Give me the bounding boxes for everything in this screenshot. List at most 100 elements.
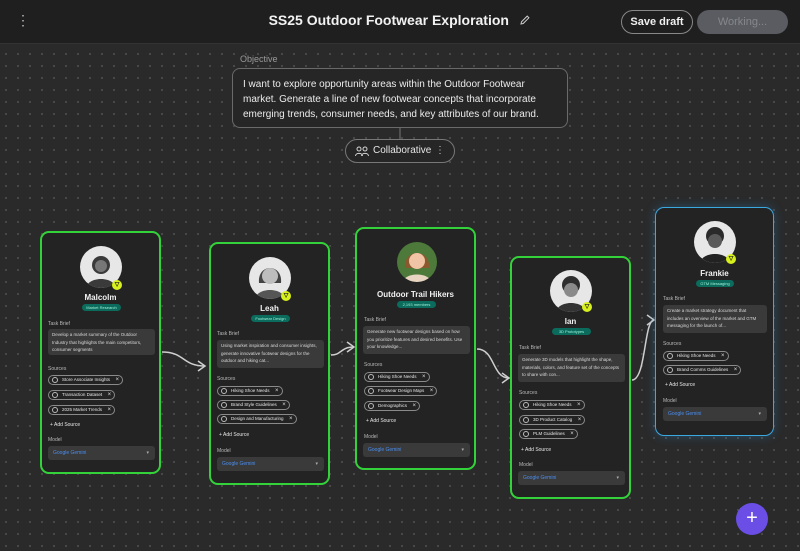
task-brief-text[interactable]: Using market inspiration and consumer in… xyxy=(217,340,324,368)
source-label: Store Associate Insights xyxy=(62,377,111,382)
close-icon[interactable]: × xyxy=(282,401,286,409)
agent-badge-icon: ▽ xyxy=(281,291,291,301)
source-chip[interactable]: PLM Guidelines × xyxy=(519,429,578,439)
people-group-icon xyxy=(355,146,369,157)
source-chip[interactable]: Design and Manufacturing × xyxy=(217,414,297,424)
close-icon[interactable]: × xyxy=(289,415,293,423)
model-value: Google Gemini xyxy=(222,461,256,467)
close-icon[interactable]: × xyxy=(108,406,112,414)
model-select[interactable]: Google Gemini ▾ xyxy=(217,457,324,471)
source-chip[interactable]: Hiking Shoe Needs × xyxy=(519,400,585,410)
model-value: Google Gemini xyxy=(523,475,557,481)
task-brief-text[interactable]: Create a market strategy document that i… xyxy=(663,305,767,333)
page-title: SS25 Outdoor Footwear Exploration xyxy=(268,12,509,28)
source-label: Footwear Design Maps xyxy=(378,388,425,393)
source-label: Design and Manufacturing xyxy=(231,416,284,421)
close-icon[interactable]: × xyxy=(578,416,582,424)
agent-role-badge: Footwear Design xyxy=(251,315,290,322)
model-label: Model xyxy=(48,437,62,443)
objective-text[interactable]: I want to explore opportunity areas with… xyxy=(232,68,568,128)
agent-card-malcolm[interactable]: ▽ Malcolm Market Research Task Brief Dev… xyxy=(40,231,161,474)
close-icon[interactable]: × xyxy=(422,373,426,381)
close-icon[interactable]: × xyxy=(413,402,417,410)
source-icon xyxy=(221,416,227,422)
task-brief-text[interactable]: Generate new footwear designs based on h… xyxy=(363,326,470,354)
source-label: Hiking Shoe Needs xyxy=(677,353,716,358)
agent-badge-icon: ▽ xyxy=(582,302,592,312)
task-brief-label: Task Brief xyxy=(663,296,685,302)
source-chip[interactable]: Footwear Design Maps × xyxy=(364,386,438,396)
source-label: Brand Style Guidelines xyxy=(231,402,277,407)
source-icon xyxy=(667,367,673,373)
sources-label: Sources xyxy=(217,376,236,382)
add-source-button[interactable]: + Add Source xyxy=(219,432,249,438)
save-draft-button[interactable]: Save draft xyxy=(621,10,693,34)
model-select[interactable]: Google Gemini ▾ xyxy=(663,407,767,421)
source-icon xyxy=(221,388,227,394)
source-chip[interactable]: Demographics × xyxy=(364,401,421,411)
source-icon xyxy=(523,431,529,437)
source-chip[interactable]: Brand Comms Guidelines × xyxy=(663,365,742,375)
agent-role-badge: Market Research xyxy=(82,304,121,311)
source-icon xyxy=(368,388,374,394)
agent-name: Frankie xyxy=(700,269,729,278)
source-chip[interactable]: 3D Product Catalog × xyxy=(519,415,586,425)
close-icon[interactable]: × xyxy=(570,430,574,438)
source-chip[interactable]: Store Associate Insights × xyxy=(48,375,124,385)
source-chip[interactable]: Hiking Shoe Needs × xyxy=(217,386,283,396)
source-label: Demographics xyxy=(378,403,408,408)
source-label: Brand Comms Guidelines xyxy=(677,367,729,372)
pencil-icon[interactable] xyxy=(519,14,531,26)
source-label: Transaction Dataset xyxy=(62,392,103,397)
agent-card-outdoor-trail-hikers[interactable]: Outdoor Trail Hikers 2,193 members Task … xyxy=(355,227,476,470)
task-brief-text[interactable]: Generate 3D models that highlight the sh… xyxy=(518,354,625,382)
add-source-button[interactable]: + Add Source xyxy=(50,422,80,428)
more-vertical-icon[interactable]: ⋮ xyxy=(435,140,445,162)
source-label: Hiking Shoe Needs xyxy=(378,374,417,379)
source-label: 2025 Market Trends xyxy=(62,407,103,412)
task-brief-label: Task Brief xyxy=(217,331,239,337)
top-bar: ⋮ SS25 Outdoor Footwear Exploration Save… xyxy=(0,0,800,44)
model-select[interactable]: Google Gemini ▾ xyxy=(518,471,625,485)
sources-label: Sources xyxy=(48,366,67,372)
chevron-down-icon: ▾ xyxy=(315,461,318,467)
model-label: Model xyxy=(519,462,533,468)
model-label: Model xyxy=(663,398,677,404)
source-label: PLM Guidelines xyxy=(533,431,565,436)
agent-role-badge: 2,193 members xyxy=(397,301,436,308)
add-source-button[interactable]: + Add Source xyxy=(521,447,551,453)
task-brief-text[interactable]: Develop a market summary of the Outdoor … xyxy=(48,329,155,355)
source-icon xyxy=(523,402,529,408)
agent-card-leah[interactable]: ▽ Leah Footwear Design Task Brief Using … xyxy=(209,242,330,485)
add-agent-button[interactable]: + xyxy=(736,503,768,535)
model-label: Model xyxy=(364,434,378,440)
source-chip[interactable]: 2025 Market Trends × xyxy=(48,405,116,415)
close-icon[interactable]: × xyxy=(116,376,120,384)
close-icon[interactable]: × xyxy=(275,387,279,395)
source-chip[interactable]: Transaction Dataset × xyxy=(48,390,116,400)
add-source-button[interactable]: + Add Source xyxy=(366,418,396,424)
agent-name: Ian xyxy=(564,317,577,326)
model-select[interactable]: Google Gemini ▾ xyxy=(48,446,155,460)
agent-name: Outdoor Trail Hikers xyxy=(377,290,454,299)
close-icon[interactable]: × xyxy=(577,401,581,409)
close-icon[interactable]: × xyxy=(108,391,112,399)
close-icon[interactable]: × xyxy=(721,352,725,360)
agent-name: Leah xyxy=(260,304,279,313)
model-select[interactable]: Google Gemini ▾ xyxy=(363,443,470,457)
task-brief-label: Task Brief xyxy=(364,317,386,323)
close-icon[interactable]: × xyxy=(734,366,738,374)
close-icon[interactable]: × xyxy=(430,387,434,395)
collaborative-mode-selector[interactable]: Collaborative ⋮ xyxy=(345,139,455,163)
source-chip[interactable]: Brand Style Guidelines × xyxy=(217,400,290,410)
agent-card-frankie[interactable]: ▽ Frankie GTM Messaging Task Brief Creat… xyxy=(655,207,774,436)
add-source-button[interactable]: + Add Source xyxy=(665,382,695,388)
source-chip[interactable]: Hiking Shoe Needs × xyxy=(364,372,430,382)
source-icon xyxy=(221,402,227,408)
agent-badge-icon: ▽ xyxy=(726,254,736,264)
model-value: Google Gemini xyxy=(668,411,702,417)
agent-role-badge: 3D Prototypes xyxy=(552,328,591,335)
source-chip[interactable]: Hiking Shoe Needs × xyxy=(663,351,729,361)
agent-card-ian[interactable]: ▽ Ian 3D Prototypes Task Brief Generate … xyxy=(510,256,631,499)
working-button[interactable]: Working... xyxy=(697,10,788,34)
